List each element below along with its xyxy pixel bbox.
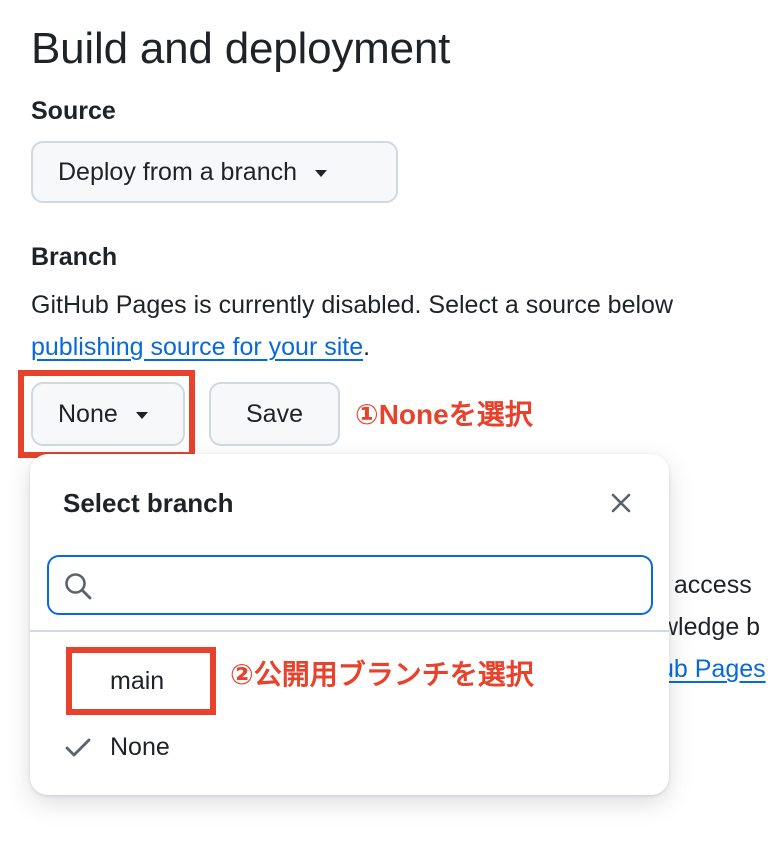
publishing-source-link[interactable]: publishing source for your site (31, 333, 363, 361)
description-end: . (363, 333, 371, 361)
annotation-highlight-main-option (66, 647, 216, 715)
annotation-step2: ②公開用ブランチを選択 (230, 659, 534, 690)
branch-description: GitHub Pages is currently disabled. Sele… (31, 284, 768, 368)
chevron-down-icon (315, 169, 328, 177)
branch-search-field[interactable] (47, 555, 653, 615)
source-dropdown-value: Deploy from a branch (58, 157, 298, 186)
source-label: Source (31, 97, 116, 125)
background-link-fragment[interactable]: ub Pages (660, 648, 766, 690)
popover-title: Select branch (63, 488, 234, 518)
search-icon (65, 573, 92, 600)
check-icon (65, 738, 91, 757)
branch-dropdown-button[interactable]: None (31, 382, 185, 446)
popover-divider (30, 630, 669, 632)
annotation-step1: ①Noneを選択 (355, 399, 533, 430)
chevron-down-icon (135, 411, 148, 419)
branch-option-none[interactable]: None (110, 732, 170, 762)
source-dropdown-button[interactable]: Deploy from a branch (31, 141, 398, 203)
close-icon[interactable] (606, 488, 636, 518)
description-text: GitHub Pages is currently disabled. Sele… (31, 291, 673, 319)
page-title: Build and deployment (31, 24, 451, 73)
branch-label: Branch (31, 243, 118, 271)
branch-search-input[interactable] (109, 567, 643, 605)
save-button[interactable]: Save (209, 382, 340, 446)
select-branch-popover: Select branch main None (30, 454, 669, 795)
background-text-fragment: wledge b (660, 613, 761, 641)
branch-dropdown-value: None (58, 399, 118, 428)
background-text-fragment: t access (660, 571, 752, 599)
